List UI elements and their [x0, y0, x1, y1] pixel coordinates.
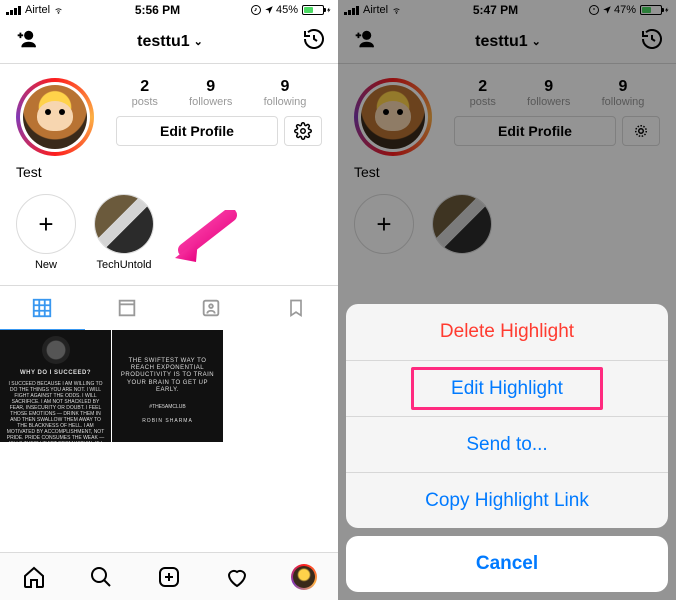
carrier-label: Airtel — [25, 4, 50, 16]
nav-profile[interactable] — [291, 564, 317, 590]
nav-avatar — [291, 564, 317, 590]
post-1[interactable]: WHY DO I SUCCEED? I SUCCEED BECAUSE I AM… — [0, 330, 112, 442]
sheet-copy-link[interactable]: Copy Highlight Link — [346, 472, 668, 528]
battery-pct: 45% — [276, 4, 298, 16]
signal-icon — [6, 6, 21, 15]
highlight-new[interactable]: + New — [16, 194, 76, 271]
tab-saved[interactable] — [254, 286, 339, 330]
profile-story-ring[interactable] — [16, 78, 94, 156]
screenshot-left: Airtel 5:56 PM 45% testtu1 ⌄ — [0, 0, 338, 600]
archive-icon[interactable] — [302, 27, 326, 56]
plus-icon: + — [16, 194, 76, 254]
clock: 5:56 PM — [135, 3, 180, 17]
charging-icon — [326, 5, 332, 15]
rotation-lock-icon — [250, 4, 262, 16]
highlights-tray: + New TechUntold — [0, 190, 338, 285]
sheet-send-to[interactable]: Send to... — [346, 416, 668, 472]
chevron-down-icon: ⌄ — [194, 35, 203, 48]
grid-icon — [31, 297, 53, 319]
nav-activity[interactable] — [224, 564, 250, 590]
search-icon — [89, 565, 113, 589]
screenshot-right: Airtel 5:47 PM 47% testtu1 ⌄ — [338, 0, 676, 600]
tab-grid[interactable] — [0, 286, 85, 330]
sheet-cancel[interactable]: Cancel — [346, 536, 668, 592]
location-icon — [264, 5, 274, 15]
stat-following[interactable]: 9following — [264, 78, 307, 108]
avatar — [23, 85, 87, 149]
feed-icon — [116, 297, 138, 319]
highlight-thumb — [95, 195, 153, 253]
gear-icon — [294, 122, 312, 140]
nav-home[interactable] — [21, 564, 47, 590]
bookmark-icon — [286, 297, 306, 319]
posts-grid: WHY DO I SUCCEED? I SUCCEED BECAUSE I AM… — [0, 330, 338, 442]
stat-followers[interactable]: 9followers — [189, 78, 232, 108]
tagged-icon — [200, 297, 222, 319]
add-post-icon — [157, 565, 181, 589]
wifi-icon — [52, 5, 65, 15]
edit-profile-button[interactable]: Edit Profile — [116, 116, 278, 146]
post-2[interactable]: THE SWIFTEST WAY TO REACH EXPONENTIAL PR… — [112, 330, 224, 442]
display-name: Test — [0, 162, 338, 190]
stat-posts[interactable]: 2posts — [132, 78, 158, 108]
nav-search[interactable] — [88, 564, 114, 590]
post-empty — [224, 330, 336, 442]
sheet-delete-highlight[interactable]: Delete Highlight — [346, 304, 668, 360]
sheet-edit-highlight[interactable]: Edit Highlight — [346, 360, 668, 416]
home-icon — [22, 565, 46, 589]
tab-feed[interactable] — [85, 286, 170, 330]
username-dropdown[interactable]: testtu1 ⌄ — [137, 33, 203, 51]
bottom-nav — [0, 552, 338, 600]
tab-tagged[interactable] — [169, 286, 254, 330]
highlight-techuntold[interactable]: TechUntold — [94, 194, 154, 271]
battery-icon — [302, 5, 324, 15]
profile-tabs — [0, 285, 338, 330]
status-bar: Airtel 5:56 PM 45% — [0, 0, 338, 20]
nav-header: testtu1 ⌄ — [0, 20, 338, 64]
profile-row: 2posts 9followers 9following Edit Profil… — [0, 64, 338, 162]
annotation-arrow-icon — [170, 210, 240, 270]
nav-add[interactable] — [156, 564, 182, 590]
heart-icon — [225, 565, 249, 589]
add-friend-icon[interactable] — [12, 28, 38, 55]
settings-button[interactable] — [284, 116, 322, 146]
action-sheet: Delete Highlight Edit Highlight Send to.… — [346, 304, 668, 592]
